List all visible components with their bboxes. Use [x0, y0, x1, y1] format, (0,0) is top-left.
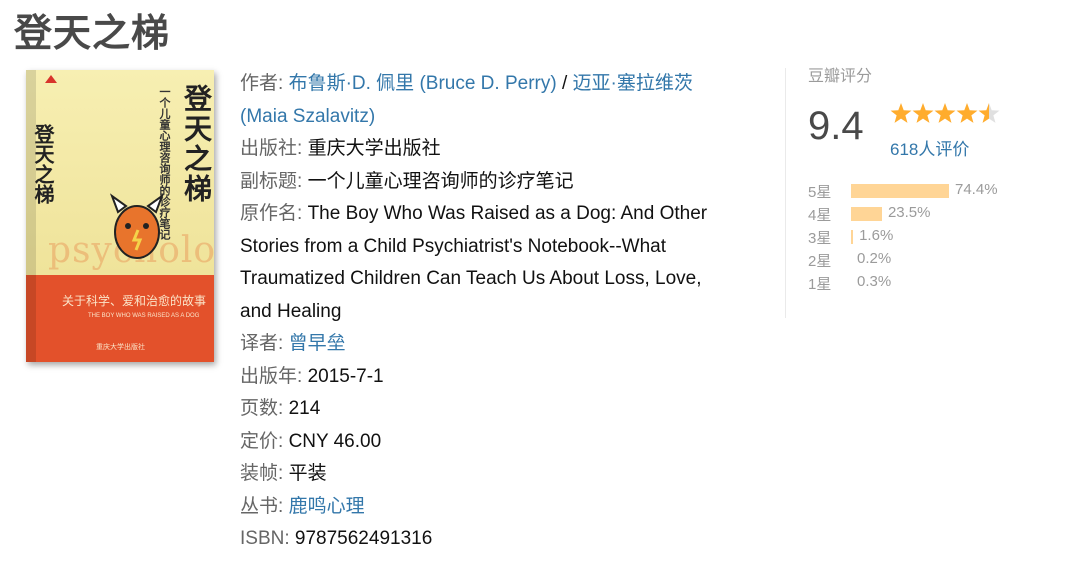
original-title-line: Traumatized Children Can Teach Us About … — [240, 268, 702, 289]
rating-bar-row: 1星 0.3% — [808, 272, 1068, 295]
binding-row: 装帧: 平装 — [240, 458, 760, 491]
author-link-2[interactable]: 迈亚·塞拉维茨 — [573, 73, 693, 94]
star-icon — [956, 103, 978, 123]
isbn-label: ISBN: — [240, 528, 290, 549]
series-label: 丛书: — [240, 495, 284, 517]
original-title-line: Stories from a Child Psychiatrist's Note… — [240, 235, 666, 257]
rating-count-link[interactable]: 618人评价 — [890, 135, 969, 160]
series-link[interactable]: 鹿鸣心理 — [289, 496, 365, 517]
cover-publisher: 重庆大学出版社 — [96, 344, 145, 351]
author-label: 作者: — [240, 73, 284, 94]
pages-value: 214 — [288, 398, 321, 419]
publisher-label: 出版社: — [240, 138, 303, 159]
translator-link[interactable]: 曾早垒 — [289, 333, 346, 354]
author-link-1[interactable]: 布鲁斯·D. 佩里 (Bruce D. Perry) — [289, 73, 557, 94]
rating-score: 9.4 — [808, 104, 864, 148]
rating-bar-label: 2星 — [808, 253, 832, 270]
series-row: 丛书: 鹿鸣心理 — [240, 491, 760, 524]
rating-bar — [851, 184, 949, 198]
publisher-value: 重庆大学出版社 — [307, 138, 441, 159]
pubyear-label: 出版年: — [240, 365, 303, 387]
binding-value: 平装 — [288, 463, 327, 484]
isbn-row: ISBN: 9787562491316 — [240, 523, 760, 556]
price-row: 定价: CNY 46.00 — [240, 426, 760, 459]
pubyear-row: 出版年: 2015-7-1 — [240, 361, 760, 394]
star-icon — [978, 103, 1000, 123]
rating-bar — [851, 230, 854, 244]
rating-bar-label: 1星 — [808, 276, 832, 293]
binding-label: 装帧: — [240, 463, 284, 484]
rating-bar-row: 2星 0.2% — [808, 249, 1068, 272]
rating-divider — [785, 68, 786, 318]
book-info: 作者: 布鲁斯·D. 佩里 (Bruce D. Perry) / 迈亚·塞拉维茨… — [240, 68, 760, 556]
page-title: 登天之梯 — [14, 13, 171, 55]
publisher-row: 出版社: 重庆大学出版社 — [240, 133, 760, 166]
pubyear-value: 2015-7-1 — [307, 365, 384, 387]
star-icon — [890, 103, 912, 123]
book-cover-image[interactable]: 登天之梯 一个儿童心理咨询师的诊疗笔记 登天之梯 psychological 关… — [26, 70, 214, 362]
rating-bar-percent: 74.4% — [955, 181, 998, 198]
subtitle-label: 副标题: — [240, 170, 303, 192]
rating-bar-percent: 0.2% — [857, 250, 892, 267]
star-icon — [934, 103, 956, 123]
subtitle-value: 一个儿童心理咨询师的诊疗笔记 — [307, 170, 574, 192]
rating-bar-label: 5星 — [808, 184, 832, 201]
rating-bar-percent: 1.6% — [859, 227, 894, 244]
rating-bar-row: 3星 1.6% — [808, 226, 1068, 249]
pages-row: 页数: 214 — [240, 393, 760, 426]
original-title-label: 原作名: — [240, 203, 303, 224]
rating-panel: 豆瓣评分 9.4 618人评价 5星 74.4% 4星 23.5% 3星 1.6… — [808, 62, 1068, 293]
translator-label: 译者: — [240, 333, 284, 354]
cover-vertical-title: 登天之梯 — [181, 84, 212, 204]
original-title-line: The Boy Who Was Raised as a Dog: And Oth… — [307, 203, 708, 224]
rating-bar-percent: 0.3% — [857, 273, 892, 290]
author-separator: / — [556, 73, 573, 94]
price-label: 定价: — [240, 430, 284, 452]
rating-bar-row: 5星 74.4% — [808, 180, 1068, 203]
rating-header: 豆瓣评分 — [808, 68, 873, 85]
original-title-line-row: and Healing — [240, 296, 760, 329]
rating-distribution: 5星 74.4% 4星 23.5% 3星 1.6% 2星 0.2% 1星 0.3… — [808, 180, 1068, 295]
cover-english-title: THE BOY WHO WAS RAISED AS A DOG — [88, 313, 200, 319]
cover-spine-title: 登天之梯 — [31, 124, 53, 204]
rating-stars-icon — [890, 103, 1000, 123]
rating-bar-label: 4星 — [808, 207, 832, 224]
author2-en-row: (Maia Szalavitz) — [240, 101, 760, 134]
translator-row: 译者: 曾早垒 — [240, 328, 760, 361]
original-title-line: and Healing — [240, 300, 342, 322]
original-title-row: 原作名: The Boy Who Was Raised as a Dog: An… — [240, 198, 760, 231]
price-value: CNY 46.00 — [288, 430, 382, 452]
author-row: 作者: 布鲁斯·D. 佩里 (Bruce D. Perry) / 迈亚·塞拉维茨 — [240, 68, 760, 101]
rating-bar-label: 3星 — [808, 230, 832, 247]
isbn-value: 9787562491316 — [294, 528, 433, 549]
rating-bar-row: 4星 23.5% — [808, 203, 1068, 226]
star-icon — [912, 103, 934, 123]
publisher-logo-icon — [45, 75, 57, 83]
rating-bar — [851, 207, 882, 221]
cover-tagline: 关于科学、爱和治愈的故事 — [62, 294, 207, 308]
rating-bar-percent: 23.5% — [887, 204, 931, 221]
pages-label: 页数: — [240, 398, 284, 419]
author-link-2-en[interactable]: (Maia Szalavitz) — [240, 106, 375, 127]
cover-spine — [26, 70, 36, 362]
original-title-line-row: Stories from a Child Psychiatrist's Note… — [240, 231, 760, 264]
original-title-line-row: Traumatized Children Can Teach Us About … — [240, 263, 760, 296]
subtitle-row: 副标题: 一个儿童心理咨询师的诊疗笔记 — [240, 166, 760, 199]
cartoon-dog-icon — [109, 193, 165, 259]
